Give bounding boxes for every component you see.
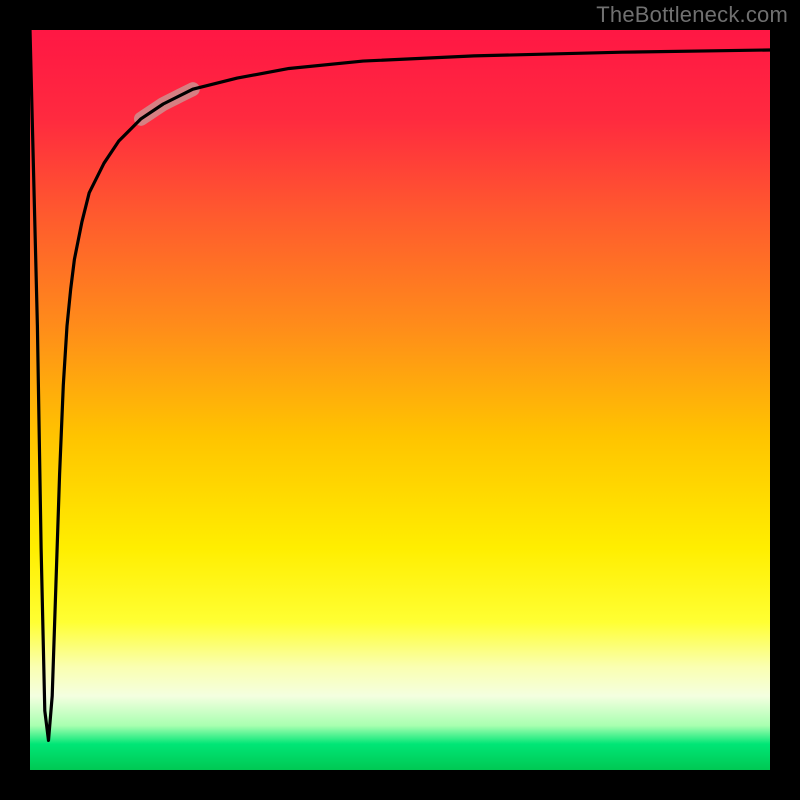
bottleneck-chart xyxy=(30,30,770,770)
chart-frame: TheBottleneck.com xyxy=(0,0,800,800)
attribution-label: TheBottleneck.com xyxy=(596,2,788,28)
gradient-background xyxy=(30,30,770,770)
plot-area xyxy=(30,30,770,770)
